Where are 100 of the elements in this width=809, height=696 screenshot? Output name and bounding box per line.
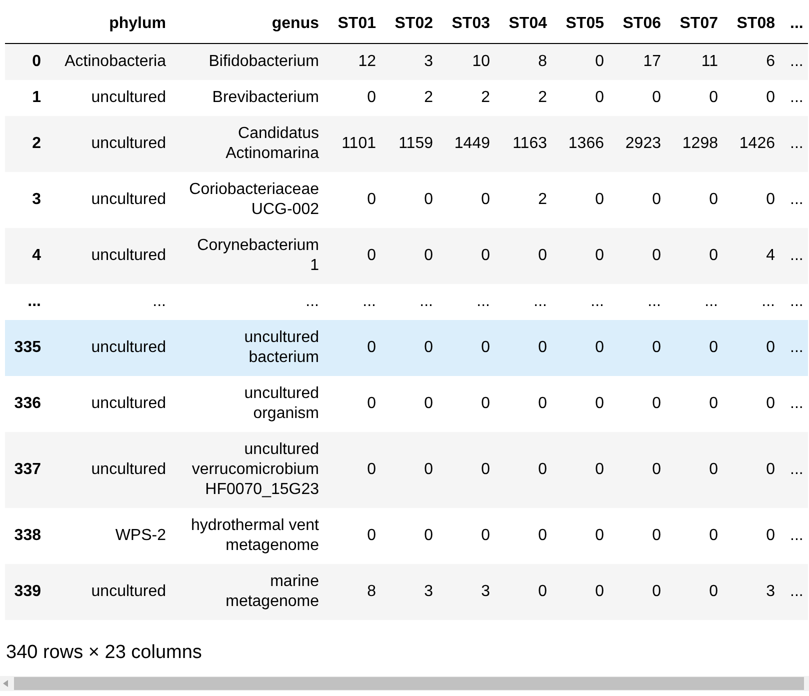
table-cell: 0 [385,376,442,432]
table-cell: uncultured [50,116,175,172]
table-cell: uncultured [50,228,175,284]
table-cell: 0 [556,80,613,116]
table-cell: 3 [385,564,442,620]
table-cell: ... [784,228,808,284]
table-cell: uncultured organism [175,376,328,432]
table-cell: 17 [613,44,670,80]
table-cell: ... [613,284,670,320]
row-index: 336 [5,376,50,432]
table-cell: 0 [556,376,613,432]
table-cell: 0 [385,508,442,564]
table-cell: 1449 [442,116,499,172]
table-cell: 0 [499,228,556,284]
table-cell: 0 [670,228,727,284]
table-cell: 0 [385,320,442,376]
table-cell: Brevibacterium [175,80,328,116]
horizontal-scrollbar[interactable] [0,676,809,691]
table-cell: 0 [442,432,499,508]
table-cell: ... [727,284,784,320]
table-cell: 0 [385,432,442,508]
table-cell: 4 [727,228,784,284]
table-cell: 2 [499,80,556,116]
table-cell: 8 [499,44,556,80]
table-cell: 0 [556,432,613,508]
table-cell: 1426 [727,116,784,172]
table-cell: 0 [328,320,385,376]
table-cell: 0 [499,508,556,564]
table-cell: 0 [613,432,670,508]
table-cell: uncultured verrucomicrobium HF0070_15G23 [175,432,328,508]
row-index: 3 [5,172,50,228]
table-cell: 2 [499,172,556,228]
table-cell: ... [175,284,328,320]
row-index: 4 [5,228,50,284]
table-cell: uncultured [50,80,175,116]
table-cell: ... [784,284,808,320]
row-index: 338 [5,508,50,564]
table-cell: ... [784,116,808,172]
table-cell: 3 [727,564,784,620]
row-index: 335 [5,320,50,376]
table-summary: 340 rows × 23 columns [6,642,202,663]
table-cell: 0 [613,80,670,116]
table-cell: 0 [670,172,727,228]
table-cell: 0 [727,172,784,228]
table-cell: 0 [556,564,613,620]
table-cell: 0 [670,320,727,376]
table-cell: 0 [556,508,613,564]
table-cell: 0 [727,320,784,376]
table-cell: 12 [328,44,385,80]
table-cell: 0 [556,320,613,376]
table-cell: 0 [442,376,499,432]
table-cell: Coriobacteriaceae UCG-002 [175,172,328,228]
table-cell: 0 [613,228,670,284]
table-cell: 0 [556,228,613,284]
table-cell: ... [784,80,808,116]
table-cell: 0 [328,376,385,432]
table-cell: 0 [727,376,784,432]
table-cell: ... [784,432,808,508]
table-cell: 2923 [613,116,670,172]
table-cell: ... [50,284,175,320]
table-cell: 0 [385,228,442,284]
table-cell: marine metagenome [175,564,328,620]
table-cell: 1101 [328,116,385,172]
table-cell: 0 [727,508,784,564]
table-cell: 0 [499,376,556,432]
scrollbar-thumb[interactable] [14,677,804,690]
table-cell: ... [556,284,613,320]
table-cell: 0 [670,432,727,508]
scroll-left-icon[interactable] [3,680,8,687]
table-cell: 0 [328,228,385,284]
table-cell: 11 [670,44,727,80]
table-cell: 0 [613,376,670,432]
table-cell: 0 [442,228,499,284]
table-cell: 1159 [385,116,442,172]
table-cell: ... [499,284,556,320]
table-cell: Candidatus Actinomarina [175,116,328,172]
table-cell: 0 [385,172,442,228]
row-index: 339 [5,564,50,620]
table-cell: ... [784,376,808,432]
table-cell: Bifidobacterium [175,44,328,80]
table-cell: 2 [442,80,499,116]
row-index: 337 [5,432,50,508]
table-cell: 0 [670,564,727,620]
table-cell: 1298 [670,116,727,172]
table-cell: 0 [727,80,784,116]
table-cell: 3 [442,564,499,620]
table-cell: 0 [499,432,556,508]
row-index: 0 [5,44,50,80]
table-cell: 0 [613,564,670,620]
table-cell: 0 [670,508,727,564]
table-cell: uncultured bacterium [175,320,328,376]
table-cell: 0 [613,172,670,228]
table-cell: 1366 [556,116,613,172]
table-cell: ... [784,44,808,80]
table-cell: 2 [385,80,442,116]
row-index: 1 [5,80,50,116]
table-cell: 0 [328,80,385,116]
row-index: 2 [5,116,50,172]
table-cell: uncultured [50,432,175,508]
table-cell: Corynebacterium 1 [175,228,328,284]
